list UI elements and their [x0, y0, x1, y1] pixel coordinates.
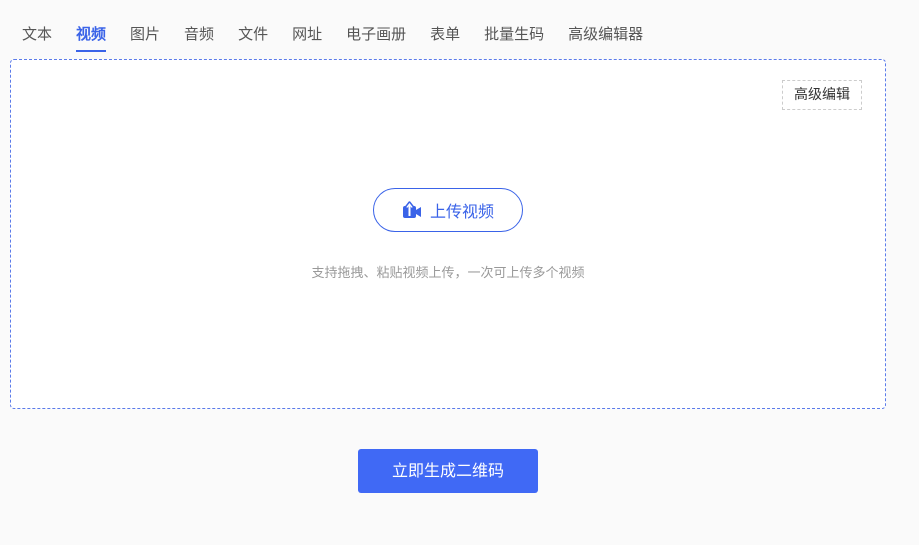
advanced-edit-button[interactable]: 高级编辑 — [782, 80, 862, 110]
tab-advanced-editor[interactable]: 高级编辑器 — [568, 22, 643, 52]
upload-video-icon — [402, 201, 421, 218]
tab-e-album[interactable]: 电子画册 — [346, 22, 406, 52]
tab-file[interactable]: 文件 — [238, 22, 268, 52]
tab-batch[interactable]: 批量生码 — [484, 22, 544, 52]
tab-audio[interactable]: 音频 — [184, 22, 214, 52]
upload-hint: 支持拖拽、粘贴视频上传，一次可上传多个视频 — [311, 266, 585, 281]
upload-drop-zone[interactable]: 高级编辑 上传视频 支持拖拽、粘贴视频上传，一次可上传多个视频 — [10, 59, 886, 409]
tab-text[interactable]: 文本 — [22, 22, 52, 52]
tab-form[interactable]: 表单 — [430, 22, 460, 52]
tab-video[interactable]: 视频 — [76, 22, 107, 52]
tab-bar: 文本 视频 图片 音频 文件 网址 电子画册 表单 批量生码 高级编辑器 — [22, 22, 667, 52]
generate-qr-button[interactable]: 立即生成二维码 — [358, 449, 538, 493]
tab-url[interactable]: 网址 — [292, 22, 322, 52]
upload-video-label: 上传视频 — [429, 202, 494, 221]
upload-video-button[interactable]: 上传视频 — [373, 188, 523, 232]
tab-image[interactable]: 图片 — [130, 22, 160, 52]
